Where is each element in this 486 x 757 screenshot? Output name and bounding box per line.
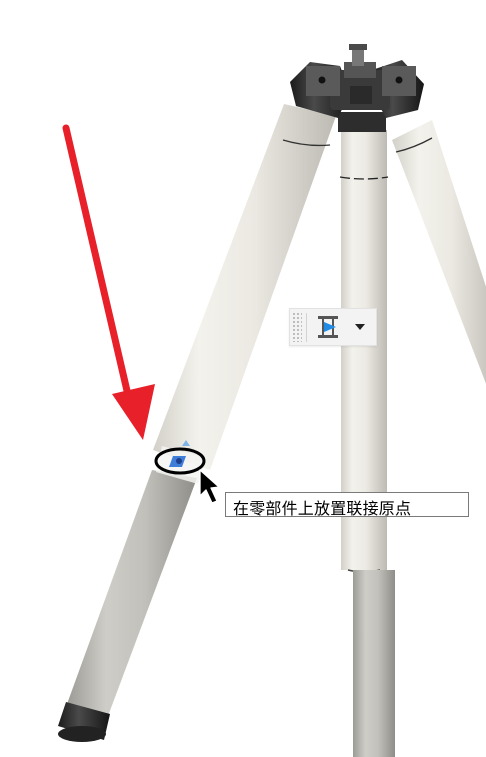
joint-button[interactable] bbox=[312, 312, 344, 342]
joint-icon bbox=[318, 316, 338, 338]
tripod-leg-left[interactable] bbox=[58, 104, 336, 742]
mini-toolbar bbox=[289, 308, 377, 346]
grip-handle[interactable] bbox=[292, 312, 302, 342]
3d-viewport[interactable] bbox=[0, 0, 486, 757]
toolbar-separator bbox=[306, 313, 307, 342]
joint-dropdown-button[interactable] bbox=[350, 317, 370, 337]
tripod-leg-center[interactable] bbox=[339, 130, 395, 757]
chevron-down-icon bbox=[355, 324, 365, 330]
tooltip: 在零部件上放置联接原点 bbox=[225, 492, 469, 518]
mouse-pointer-icon bbox=[199, 469, 220, 504]
red-arrow-icon bbox=[62, 124, 155, 440]
tripod-leg-right[interactable] bbox=[392, 120, 486, 420]
tripod-model[interactable] bbox=[0, 0, 486, 757]
